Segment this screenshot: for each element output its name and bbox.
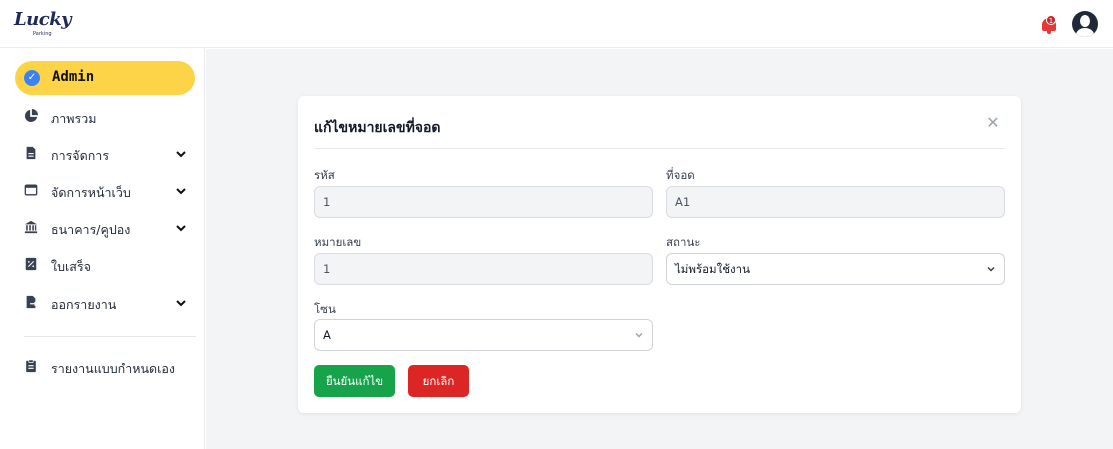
status-value: ไม่พร้อมใช้งาน — [675, 262, 750, 276]
code-input[interactable]: 1 — [314, 186, 653, 218]
dialog-title: แก้ไขหมายเลขที่จอด — [314, 120, 441, 136]
zone-value: A — [323, 328, 331, 342]
spot-input[interactable]: A1 — [666, 186, 1005, 218]
cancel-button[interactable]: ยกเลิก — [408, 365, 469, 397]
verified-check-icon: ✓ — [24, 70, 40, 86]
sidebar-item-receipt[interactable]: ใบเสร็จ — [24, 253, 194, 277]
brand-name: Lucky — [14, 9, 72, 30]
sidebar-item-label: ธนาคาร/คูปอง — [51, 222, 131, 237]
sidebar-item-label: ภาพรวม — [51, 111, 97, 126]
sidebar-item-label: จัดการหน้าเว็บ — [51, 185, 131, 200]
chevron-down-icon[interactable] — [174, 147, 188, 161]
number-label: หมายเลข — [314, 235, 362, 249]
main-content: แก้ไขหมายเลขที่จอด ✕ รหัส 1 ที่จอด A1 หม… — [206, 49, 1113, 449]
sidebar-item-web-management[interactable]: จัดการหน้าเว็บ — [24, 179, 194, 203]
confirm-edit-button[interactable]: ยืนยันแก้ไข — [314, 365, 395, 397]
document-icon — [26, 146, 36, 160]
zone-label: โซน — [314, 302, 336, 316]
top-bar: Lucky Parking 1 — [0, 0, 1113, 48]
sidebar-item-label: ออกรายงาน — [51, 297, 117, 312]
notification-bell-icon[interactable]: 1 — [1040, 14, 1058, 34]
sidebar-divider — [24, 336, 196, 337]
brand-logo[interactable]: Lucky Parking — [14, 9, 72, 40]
dialog-divider — [314, 148, 1005, 149]
chevron-down-icon[interactable] — [174, 221, 188, 235]
code-label: รหัส — [314, 168, 335, 182]
spot-label: ที่จอด — [666, 168, 695, 182]
status-select[interactable]: ไม่พร้อมใช้งาน — [666, 253, 1005, 285]
user-avatar[interactable] — [1072, 11, 1098, 37]
sidebar-item-overview[interactable]: ภาพรวม — [24, 105, 194, 129]
status-label: สถานะ — [666, 235, 701, 249]
sidebar-item-label: ใบเสร็จ — [51, 259, 91, 274]
edit-parking-number-dialog: แก้ไขหมายเลขที่จอด ✕ รหัส 1 ที่จอด A1 หม… — [298, 96, 1021, 413]
admin-label: Admin — [52, 69, 95, 85]
pie-chart-icon — [24, 109, 38, 123]
chevron-down-icon[interactable] — [174, 184, 188, 198]
file-export-icon — [26, 295, 38, 309]
clipboard-icon — [26, 359, 36, 373]
receipt-icon — [25, 257, 37, 271]
sidebar-item-label: รายงานแบบกำหนดเอง — [51, 361, 176, 376]
sidebar-admin[interactable]: ✓ Admin — [15, 61, 195, 95]
sidebar-item-export-report[interactable]: ออกรายงาน — [24, 291, 194, 315]
chevron-down-icon — [987, 266, 995, 272]
sidebar-item-label: การจัดการ — [51, 148, 110, 163]
sidebar: ✓ Admin ภาพรวม การจัดการ จัดการหน้าเว็บ — [0, 48, 205, 449]
close-icon[interactable]: ✕ — [986, 115, 1000, 131]
number-input[interactable]: 1 — [314, 253, 653, 285]
chevron-down-icon[interactable] — [174, 296, 188, 310]
sidebar-item-management[interactable]: การจัดการ — [24, 142, 194, 166]
brand-tagline: Parking — [33, 31, 52, 37]
sidebar-item-bank-coupon[interactable]: ธนาคาร/คูปอง — [24, 216, 194, 240]
sidebar-item-custom-report[interactable]: รายงานแบบกำหนดเอง — [24, 355, 194, 379]
window-icon — [24, 184, 38, 196]
zone-select[interactable]: A — [314, 319, 653, 351]
bank-icon — [24, 220, 38, 234]
notification-badge: 1 — [1046, 15, 1056, 25]
chevron-down-icon — [635, 332, 643, 338]
